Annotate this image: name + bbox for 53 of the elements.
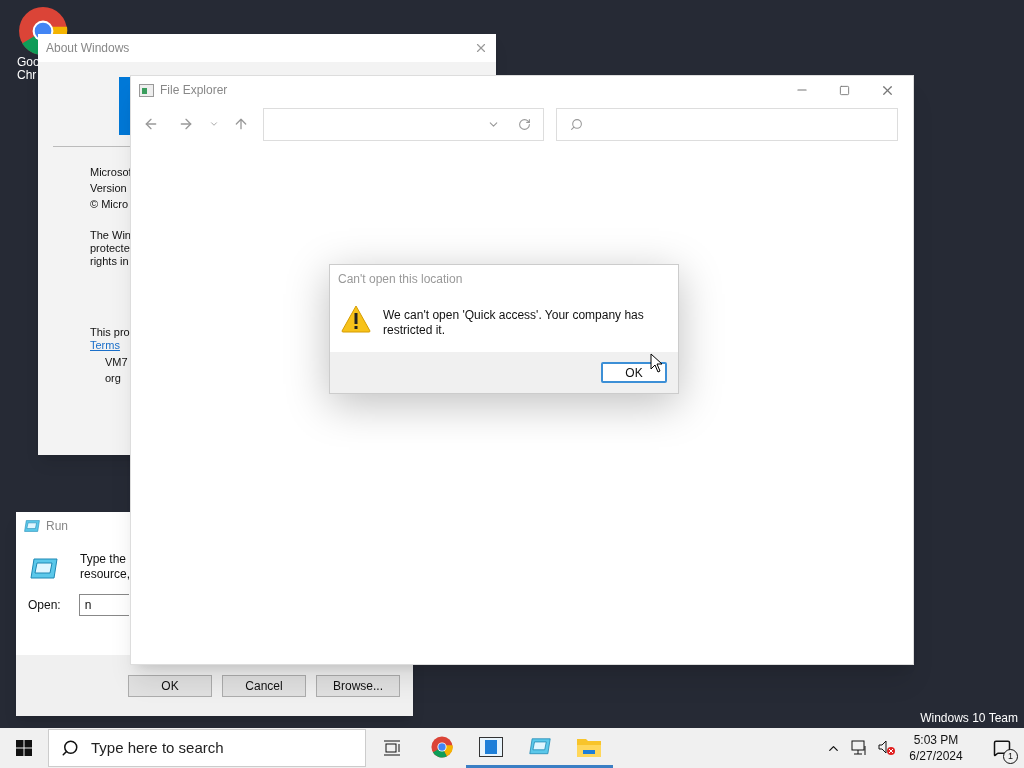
terms-link[interactable]: Terms [90,339,120,352]
search-icon [61,739,79,757]
dialog-button[interactable]: Browse... [316,674,400,697]
close-icon[interactable] [474,41,488,55]
about-text-line: Version [90,181,128,196]
about-text-line: org [105,371,122,386]
window-title: About Windows [46,40,130,57]
folder-icon[interactable] [576,736,601,757]
dialog-button[interactable]: Cancel [222,674,306,697]
about-text-line: rights in [90,255,130,268]
window-title: Run [46,518,68,535]
about-text-line: © Micro [90,197,130,212]
edition-label: Windows 10 Team [920,710,1018,727]
warning-icon [341,305,371,333]
window-title: File Explorer [160,82,228,99]
ok-button[interactable]: OK [601,362,667,383]
dialog-title: Can't open this location [337,271,464,286]
run-icon [30,558,58,579]
about-text-line: This pro [90,326,131,339]
about-text-line: VM7 [105,355,129,370]
forward-icon[interactable] [178,116,194,132]
run-icon [24,520,40,532]
taskbar-search-field[interactable]: Type here to search [48,729,366,767]
clock-date[interactable]: 6/27/2024 [909,748,963,764]
open-input-field[interactable]: n [78,594,129,616]
run-description-line: Type the [80,552,128,567]
recent-icon[interactable] [209,119,219,129]
dialog-message: We can't open 'Quick access'. Your company has restricted it. [383,307,645,338]
folder-window-icon [139,83,154,97]
notification-count: 1 [1003,749,1018,764]
task-view-icon[interactable] [383,740,401,756]
chrome-icon [430,735,453,758]
window-icon[interactable] [478,736,503,757]
about-text-line: Microsof [90,165,132,180]
cursor-icon [650,353,663,373]
search-field[interactable] [556,107,898,141]
search-icon [570,117,583,131]
up-icon[interactable] [233,116,249,132]
network-icon[interactable] [851,740,868,756]
search-placeholder: Type here to search [91,737,224,758]
back-icon[interactable] [143,116,159,132]
clock-time[interactable]: 5:03 PM [913,732,959,748]
open-label: Open: [28,597,61,614]
run-icon[interactable] [528,738,551,755]
run-description-line: resource, [80,567,131,582]
dialog-button[interactable]: OK [128,674,212,697]
muted-volume-icon[interactable] [878,740,896,756]
about-text-line: protecte [90,242,131,255]
desktop-icon-label[interactable]: Chr [17,69,37,82]
about-text-line: The Win [90,229,132,242]
notifications-icon [993,739,1011,757]
maximize-icon[interactable] [839,84,850,96]
refresh-icon[interactable] [518,117,531,131]
